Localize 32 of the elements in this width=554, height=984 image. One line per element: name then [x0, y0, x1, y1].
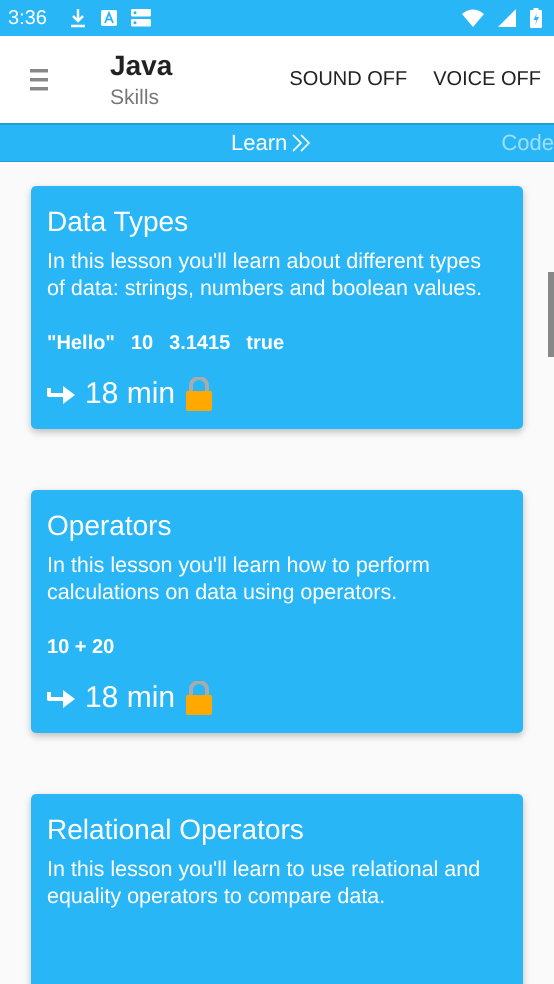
code-example: 10 [130, 332, 154, 355]
code-example: true [246, 332, 284, 355]
lesson-description: In this lesson you'll learn to use relational and equality operators to compare data. [47, 856, 482, 910]
lesson-card[interactable]: Data Types In this lesson you'll learn about different types of data: strings, numbers and boolean values. "Hello" 10 3.1415 true 18 min [31, 186, 523, 429]
battery-icon [530, 8, 542, 28]
tab[interactable]: Code [501, 130, 554, 156]
lesson-title: Data Types [47, 206, 190, 238]
toggle-button[interactable]: SOUND OFF [276, 60, 420, 99]
app-subtitle: Skills [110, 86, 160, 110]
lesson-card[interactable]: Operators In this lesson you'll learn how to perform calculations on data using operators. 10 + 20 18 min [31, 490, 523, 733]
lesson-card[interactable]: Relational Operators In this lesson you'll learn to use relational and equality operators to compare data. [31, 794, 523, 984]
duration: 18 min [85, 681, 176, 715]
code-example: "Hello" [47, 332, 115, 355]
app-title: Java [110, 50, 172, 82]
download-icon [68, 8, 87, 28]
lesson-description: In this lesson you'll learn how to perform calculations on data using operators. [47, 552, 431, 606]
duration: 18 min [85, 377, 176, 411]
lesson-title: Relational Operators [47, 814, 305, 846]
lesson-title: Operators [47, 510, 172, 542]
code-example: 10 + 20 [47, 636, 114, 659]
font-icon [100, 10, 117, 26]
toggle-button[interactable]: VOICE OFF [420, 60, 554, 99]
status-time: 3:36 [8, 6, 47, 30]
menu-icon[interactable] [30, 68, 48, 90]
tab[interactable]: Learn [231, 130, 314, 156]
lesson-description: In this lesson you'll learn about different types of data: strings, numbers and boolean values. [47, 248, 483, 302]
arrow-icon [47, 688, 75, 708]
storage-icon [130, 9, 151, 27]
wifi-icon [462, 9, 484, 27]
code-example: 3.1415 [169, 332, 230, 355]
arrow-icon [47, 384, 75, 404]
signal-icon [498, 9, 516, 27]
